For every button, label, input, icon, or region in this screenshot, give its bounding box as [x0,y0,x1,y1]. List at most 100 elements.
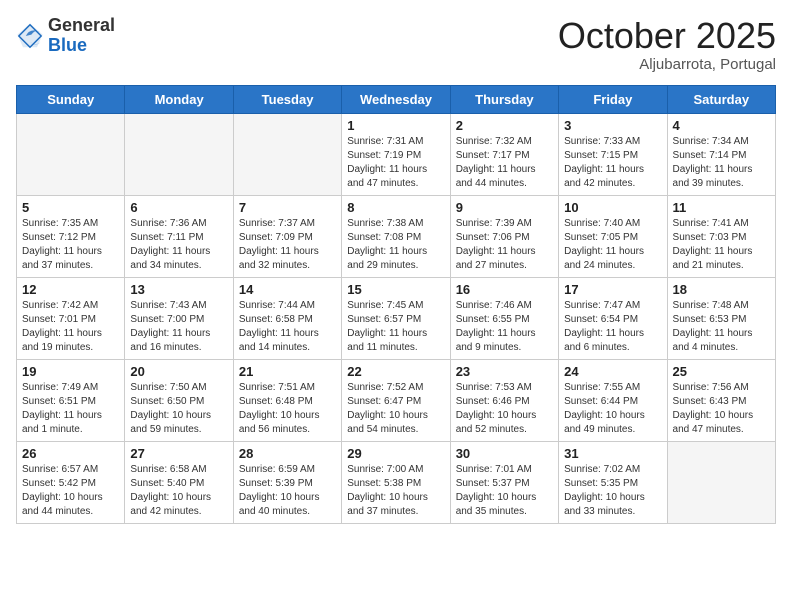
calendar-header-row: SundayMondayTuesdayWednesdayThursdayFrid… [17,85,776,113]
calendar-cell: 22 Sunrise: 7:52 AM Sunset: 6:47 PM Dayli… [342,359,450,441]
day-of-week-header: Monday [125,85,233,113]
calendar-cell: 1 Sunrise: 7:31 AM Sunset: 7:19 PM Daylig… [342,113,450,195]
logo-general: General [48,16,115,36]
day-number: 30 [456,446,553,461]
day-number: 12 [22,282,119,297]
calendar-week-row: 1 Sunrise: 7:31 AM Sunset: 7:19 PM Daylig… [17,113,776,195]
day-info: Sunrise: 7:44 AM Sunset: 6:58 PM Dayligh… [239,299,336,355]
calendar-cell [667,441,775,523]
calendar-cell: 23Sunrise: 7:53 AM Sunset: 6:46 PM Dayli… [450,359,558,441]
day-number: 4 [673,118,770,133]
calendar-cell: 2Sunrise: 7:32 AM Sunset: 7:17 PM Daylig… [450,113,558,195]
day-info: Sunrise: 7:31 AM Sunset: 7:19 PM Dayligh… [347,135,444,191]
day-number: 8 [347,200,444,215]
calendar-cell: 18 Sunrise: 7:48 AM Sunset: 6:53 PM Dayli… [667,277,775,359]
calendar-cell: 31 Sunrise: 7:02 AM Sunset: 5:35 PM Dayli… [559,441,667,523]
day-number: 28 [239,446,336,461]
day-of-week-header: Tuesday [233,85,341,113]
day-info: Sunrise: 7:52 AM Sunset: 6:47 PM Dayligh… [347,381,444,437]
day-info: Sunrise: 7:38 AM Sunset: 7:08 PM Dayligh… [347,217,444,273]
calendar-cell: 15Sunrise: 7:45 AM Sunset: 6:57 PM Dayli… [342,277,450,359]
day-info: Sunrise: 7:46 AM Sunset: 6:55 PM Dayligh… [456,299,553,355]
calendar-cell: 8 Sunrise: 7:38 AM Sunset: 7:08 PM Daylig… [342,195,450,277]
month-title: October 2025 [558,16,776,56]
day-info: Sunrise: 7:56 AM Sunset: 6:43 PM Dayligh… [673,381,770,437]
calendar-cell [17,113,125,195]
logo-text: General Blue [48,16,115,56]
calendar-cell: 13 Sunrise: 7:43 AM Sunset: 7:00 PM Dayli… [125,277,233,359]
day-number: 5 [22,200,119,215]
day-number: 22 [347,364,444,379]
calendar-table: SundayMondayTuesdayWednesdayThursdayFrid… [16,85,776,524]
calendar-cell: 26 Sunrise: 6:57 AM Sunset: 5:42 PM Dayli… [17,441,125,523]
day-number: 11 [673,200,770,215]
calendar-week-row: 12 Sunrise: 7:42 AM Sunset: 7:01 PM Dayli… [17,277,776,359]
calendar-cell: 16 Sunrise: 7:46 AM Sunset: 6:55 PM Dayli… [450,277,558,359]
day-of-week-header: Saturday [667,85,775,113]
calendar-week-row: 26 Sunrise: 6:57 AM Sunset: 5:42 PM Dayli… [17,441,776,523]
day-number: 16 [456,282,553,297]
day-number: 6 [130,200,227,215]
day-info: Sunrise: 7:49 AM Sunset: 6:51 PM Dayligh… [22,381,119,437]
calendar-cell: 19 Sunrise: 7:49 AM Sunset: 6:51 PM Dayli… [17,359,125,441]
day-number: 18 [673,282,770,297]
day-info: Sunrise: 7:43 AM Sunset: 7:00 PM Dayligh… [130,299,227,355]
day-info: Sunrise: 6:59 AM Sunset: 5:39 PM Dayligh… [239,463,336,519]
calendar-cell: 20 Sunrise: 7:50 AM Sunset: 6:50 PM Dayli… [125,359,233,441]
day-number: 19 [22,364,119,379]
calendar-cell: 3 Sunrise: 7:33 AM Sunset: 7:15 PM Daylig… [559,113,667,195]
calendar-cell: 6Sunrise: 7:36 AM Sunset: 7:11 PM Daylig… [125,195,233,277]
calendar-cell: 17Sunrise: 7:47 AM Sunset: 6:54 PM Dayli… [559,277,667,359]
day-number: 1 [347,118,444,133]
calendar-cell: 4Sunrise: 7:34 AM Sunset: 7:14 PM Daylig… [667,113,775,195]
day-info: Sunrise: 7:02 AM Sunset: 5:35 PM Dayligh… [564,463,661,519]
day-number: 26 [22,446,119,461]
day-info: Sunrise: 7:51 AM Sunset: 6:48 PM Dayligh… [239,381,336,437]
calendar-cell: 27Sunrise: 6:58 AM Sunset: 5:40 PM Dayli… [125,441,233,523]
calendar-cell: 29 Sunrise: 7:00 AM Sunset: 5:38 PM Dayli… [342,441,450,523]
day-number: 3 [564,118,661,133]
calendar-cell: 21 Sunrise: 7:51 AM Sunset: 6:48 PM Dayli… [233,359,341,441]
day-info: Sunrise: 7:50 AM Sunset: 6:50 PM Dayligh… [130,381,227,437]
day-number: 24 [564,364,661,379]
day-info: Sunrise: 7:53 AM Sunset: 6:46 PM Dayligh… [456,381,553,437]
calendar-cell [125,113,233,195]
day-info: Sunrise: 7:40 AM Sunset: 7:05 PM Dayligh… [564,217,661,273]
day-number: 31 [564,446,661,461]
day-number: 29 [347,446,444,461]
day-info: Sunrise: 7:48 AM Sunset: 6:53 PM Dayligh… [673,299,770,355]
page-header: General Blue October 2025 Aljubarrota, P… [16,16,776,73]
day-info: Sunrise: 7:37 AM Sunset: 7:09 PM Dayligh… [239,217,336,273]
day-number: 20 [130,364,227,379]
day-info: Sunrise: 7:35 AM Sunset: 7:12 PM Dayligh… [22,217,119,273]
day-info: Sunrise: 7:00 AM Sunset: 5:38 PM Dayligh… [347,463,444,519]
day-info: Sunrise: 7:33 AM Sunset: 7:15 PM Dayligh… [564,135,661,191]
logo-blue: Blue [48,35,87,55]
calendar-cell: 30Sunrise: 7:01 AM Sunset: 5:37 PM Dayli… [450,441,558,523]
calendar-cell [233,113,341,195]
day-number: 2 [456,118,553,133]
location: Aljubarrota, Portugal [558,56,776,73]
day-info: Sunrise: 7:47 AM Sunset: 6:54 PM Dayligh… [564,299,661,355]
day-number: 9 [456,200,553,215]
calendar-week-row: 5 Sunrise: 7:35 AM Sunset: 7:12 PM Daylig… [17,195,776,277]
day-info: Sunrise: 7:42 AM Sunset: 7:01 PM Dayligh… [22,299,119,355]
day-info: Sunrise: 7:39 AM Sunset: 7:06 PM Dayligh… [456,217,553,273]
logo: General Blue [16,16,115,56]
calendar-cell: 28 Sunrise: 6:59 AM Sunset: 5:39 PM Dayli… [233,441,341,523]
day-info: Sunrise: 7:55 AM Sunset: 6:44 PM Dayligh… [564,381,661,437]
day-info: Sunrise: 6:57 AM Sunset: 5:42 PM Dayligh… [22,463,119,519]
day-number: 10 [564,200,661,215]
calendar-week-row: 19 Sunrise: 7:49 AM Sunset: 6:51 PM Dayli… [17,359,776,441]
day-number: 25 [673,364,770,379]
title-block: October 2025 Aljubarrota, Portugal [558,16,776,73]
day-info: Sunrise: 7:45 AM Sunset: 6:57 PM Dayligh… [347,299,444,355]
calendar-cell: 25 Sunrise: 7:56 AM Sunset: 6:43 PM Dayli… [667,359,775,441]
calendar-cell: 14Sunrise: 7:44 AM Sunset: 6:58 PM Dayli… [233,277,341,359]
day-number: 7 [239,200,336,215]
day-number: 21 [239,364,336,379]
calendar-cell: 11Sunrise: 7:41 AM Sunset: 7:03 PM Dayli… [667,195,775,277]
day-of-week-header: Sunday [17,85,125,113]
day-number: 13 [130,282,227,297]
calendar-cell: 9 Sunrise: 7:39 AM Sunset: 7:06 PM Daylig… [450,195,558,277]
